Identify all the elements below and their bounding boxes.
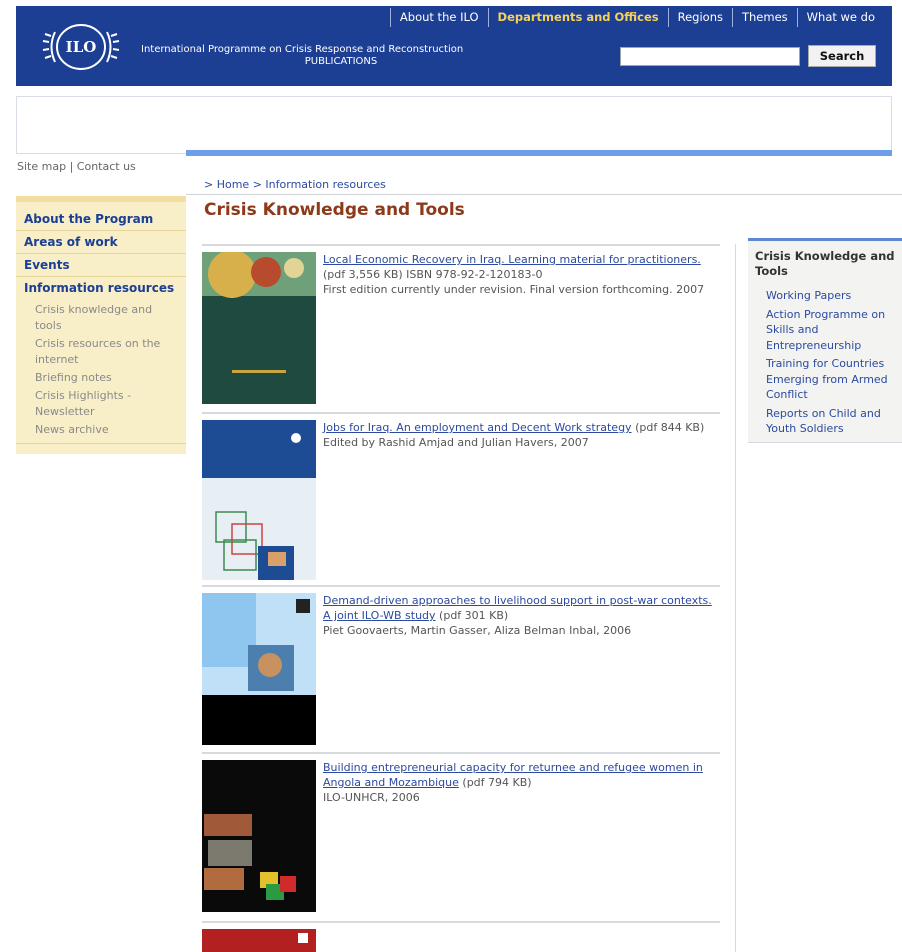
right-link-action-programme[interactable]: Action Programme on Skills and Entrepren… — [755, 307, 902, 354]
page-title: Crisis Knowledge and Tools — [204, 200, 465, 220]
publication-title-link[interactable]: Local Economic Recovery in Iraq. Learnin… — [323, 253, 701, 266]
link-text: Entrepreneurship — [766, 338, 862, 352]
left-sidebar: About the Program Areas of work Events I… — [16, 196, 186, 454]
nav-about-ilo[interactable]: About the ILO — [389, 8, 488, 27]
publication-text: Building entrepreneurial capacity for re… — [323, 760, 719, 805]
site-header: About the ILO Departments and Offices Re… — [16, 6, 892, 86]
link-text: Skills and — [766, 323, 819, 336]
sidebar-item-information-resources[interactable]: Information resources — [16, 277, 186, 299]
column-divider — [735, 244, 736, 952]
sidebar-item-about-program[interactable]: About the Program — [16, 208, 186, 231]
breadcrumb-home[interactable]: Home — [217, 178, 249, 191]
breadcrumb: > Home > Information resources — [204, 178, 386, 191]
publication-meta: (pdf 844 KB) — [635, 421, 705, 434]
link-text: Action Programme on — [766, 307, 886, 321]
publication-item: Local Economic Recovery in Iraq. Learnin… — [202, 244, 720, 410]
publication-item — [202, 921, 720, 952]
publication-title-link[interactable]: Jobs for Iraq. An employment and Decent … — [323, 421, 632, 434]
link-text: Youth Soldiers — [766, 422, 844, 435]
sidebar-item-areas-of-work[interactable]: Areas of work — [16, 231, 186, 254]
nav-what-we-do[interactable]: What we do — [796, 8, 884, 27]
right-sidebar: Crisis Knowledge and Tools Working Paper… — [748, 238, 902, 443]
publication-text: Local Economic Recovery in Iraq. Learnin… — [323, 252, 719, 297]
publication-item: Demand-driven approaches to livelihood s… — [202, 585, 720, 751]
link-text: Working Papers — [766, 289, 852, 302]
right-sidebar-title: Crisis Knowledge and Tools — [755, 249, 902, 288]
link-text: Reports on Child and — [766, 406, 881, 420]
program-section: PUBLICATIONS — [304, 56, 378, 67]
link-text: Training for Countries — [766, 357, 885, 370]
publication-meta: (pdf 301 KB) — [439, 609, 509, 622]
nav-regions[interactable]: Regions — [667, 8, 732, 27]
publication-text: Demand-driven approaches to livelihood s… — [323, 593, 719, 638]
right-sidebar-title-line: Tools — [755, 264, 788, 278]
publication-details: ILO-UNHCR, 2006 — [323, 791, 420, 804]
top-nav: About the ILO Departments and Offices Re… — [389, 8, 884, 27]
utility-links: Site map | Contact us — [17, 160, 136, 173]
program-title: International Programme on Crisis Respon… — [141, 44, 541, 68]
utility-separator: | — [69, 160, 74, 173]
search-input[interactable] — [620, 47, 800, 66]
sidebar-subitem-briefing-notes[interactable]: Briefing notes — [16, 369, 186, 387]
link-text: Emerging from Armed — [766, 372, 888, 386]
publication-title-link[interactable]: Demand-driven approaches to livelihood s… — [323, 594, 712, 622]
publication-item: Jobs for Iraq. An employment and Decent … — [202, 412, 720, 584]
right-link-child-youth-soldiers[interactable]: Reports on Child and Youth Soldiers — [755, 406, 902, 437]
publication-details: First edition currently under revision. … — [323, 283, 705, 296]
banner-accent-line — [186, 150, 892, 156]
banner-area — [16, 96, 892, 154]
publication-cover-image[interactable] — [202, 420, 316, 580]
ilo-logo[interactable]: ILO — [40, 20, 122, 74]
publication-cover-image[interactable] — [202, 593, 316, 745]
sidebar-submenu: Crisis knowledge and tools Crisis resour… — [16, 299, 186, 444]
publication-cover-image[interactable] — [202, 929, 316, 952]
sidebar-subitem-crisis-highlights[interactable]: Crisis Highlights - Newsletter — [16, 387, 186, 421]
sitemap-link[interactable]: Site map — [17, 160, 66, 173]
breadcrumb-separator: > — [252, 178, 262, 191]
link-text: Conflict — [766, 388, 808, 401]
breadcrumb-section[interactable]: Information resources — [265, 178, 385, 191]
publication-text: Jobs for Iraq. An employment and Decent … — [323, 420, 719, 450]
contact-link[interactable]: Contact us — [77, 160, 136, 173]
logo-text: ILO — [66, 38, 97, 56]
publication-item: Building entrepreneurial capacity for re… — [202, 752, 720, 920]
publication-details: Edited by Rashid Amjad and Julian Havers… — [323, 436, 589, 449]
divider — [186, 194, 902, 195]
search-button[interactable]: Search — [808, 45, 876, 67]
right-link-working-papers[interactable]: Working Papers — [755, 288, 902, 304]
breadcrumb-separator: > — [204, 178, 214, 191]
nav-departments-offices[interactable]: Departments and Offices — [487, 8, 668, 27]
publication-meta: (pdf 3,556 KB) ISBN 978-92-2-120183-0 — [323, 268, 543, 281]
program-name: International Programme on Crisis Respon… — [141, 44, 464, 55]
publication-meta: (pdf 794 KB) — [462, 776, 532, 789]
sidebar-item-events[interactable]: Events — [16, 254, 186, 277]
sidebar-subitem-crisis-resources[interactable]: Crisis resources on the internet — [16, 335, 186, 369]
nav-themes[interactable]: Themes — [731, 8, 797, 27]
sidebar-subitem-crisis-knowledge[interactable]: Crisis knowledge and tools — [16, 301, 186, 335]
publication-cover-image[interactable] — [202, 252, 316, 404]
publication-details: Piet Goovaerts, Martin Gasser, Aliza Bel… — [323, 624, 632, 637]
publication-cover-image[interactable] — [202, 760, 316, 912]
right-link-training-countries[interactable]: Training for Countries Emerging from Arm… — [755, 356, 902, 403]
right-sidebar-title-line: Crisis Knowledge and — [755, 249, 895, 263]
sidebar-subitem-news-archive[interactable]: News archive — [16, 421, 186, 439]
